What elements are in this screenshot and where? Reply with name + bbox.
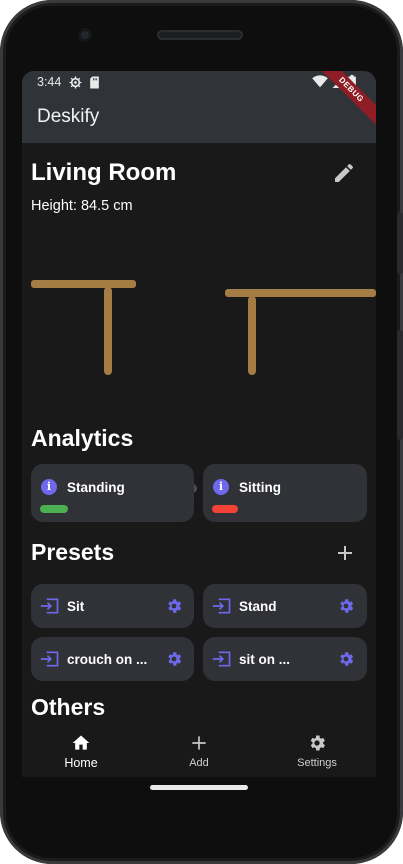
settings-status-icon — [69, 76, 82, 89]
nav-home-label: Home — [64, 756, 98, 770]
preset-label: Stand — [239, 599, 277, 614]
status-time: 3:44 — [37, 75, 62, 89]
nav-settings[interactable]: Settings — [258, 727, 376, 777]
add-preset-plus-icon[interactable] — [335, 543, 355, 563]
desk-illustration-standing — [225, 289, 376, 375]
analytics-card-sitting[interactable]: i Sitting — [203, 464, 367, 522]
home-icon — [72, 735, 90, 750]
analytics-label: Sitting — [239, 480, 281, 495]
main-content: Living Room Height: 84.5 cm Analytics i … — [22, 143, 376, 733]
room-name: Living Room — [31, 159, 177, 186]
preset-label: crouch on ... — [67, 652, 148, 667]
app-title: Deskify — [37, 106, 100, 127]
desk-illustration-sitting — [31, 280, 136, 375]
phone-frame: 3:44 Deskify DEBUG Living Room Height: 8… — [0, 0, 403, 864]
app-screen: 3:44 Deskify DEBUG Living Room Height: 8… — [22, 71, 376, 777]
front-camera — [78, 28, 92, 42]
nav-add-label: Add — [189, 757, 209, 769]
volume-button — [397, 212, 403, 274]
settings-gear-icon — [310, 735, 325, 751]
edit-icon[interactable] — [332, 161, 356, 185]
home-indicator[interactable] — [150, 785, 248, 790]
input-icon — [40, 651, 59, 667]
desk-carousel[interactable] — [22, 243, 376, 383]
preset-card-sit-on[interactable]: sit on ... — [203, 637, 367, 681]
info-icon: i — [213, 479, 229, 495]
presets-heading: Presets — [31, 539, 115, 565]
desk-height-label: Height: 84.5 cm — [31, 198, 133, 214]
app-bar: Deskify — [22, 93, 376, 143]
others-heading: Others — [31, 694, 106, 720]
preset-card-sit[interactable]: Sit — [31, 584, 194, 628]
info-icon: i — [41, 479, 57, 495]
analytics-heading: Analytics — [31, 425, 134, 451]
standing-bar — [40, 505, 68, 513]
sitting-bar — [212, 505, 238, 513]
preset-card-crouch[interactable]: crouch on ... — [31, 637, 194, 681]
gear-icon[interactable] — [337, 597, 355, 615]
input-icon — [212, 651, 231, 667]
input-icon — [212, 598, 231, 614]
preset-label: Sit — [67, 599, 85, 614]
analytics-card-standing[interactable]: i Standing — [31, 464, 194, 522]
analytics-label: Standing — [67, 480, 125, 495]
input-icon — [40, 598, 59, 614]
power-button — [397, 330, 403, 440]
nav-settings-label: Settings — [297, 757, 337, 769]
gear-icon[interactable] — [337, 650, 355, 668]
nav-add[interactable]: Add — [140, 727, 258, 777]
status-bar: 3:44 — [22, 71, 376, 93]
gear-icon[interactable] — [165, 650, 183, 668]
preset-label: sit on ... — [239, 652, 291, 667]
gear-icon[interactable] — [165, 597, 183, 615]
nav-home[interactable]: Home — [22, 727, 140, 777]
bottom-navigation: Home Add Settings — [22, 727, 376, 777]
preset-card-stand[interactable]: Stand — [203, 584, 367, 628]
sd-card-icon — [90, 76, 99, 89]
plus-icon — [192, 736, 206, 750]
earpiece-speaker — [157, 30, 243, 40]
wifi-icon — [312, 75, 328, 88]
